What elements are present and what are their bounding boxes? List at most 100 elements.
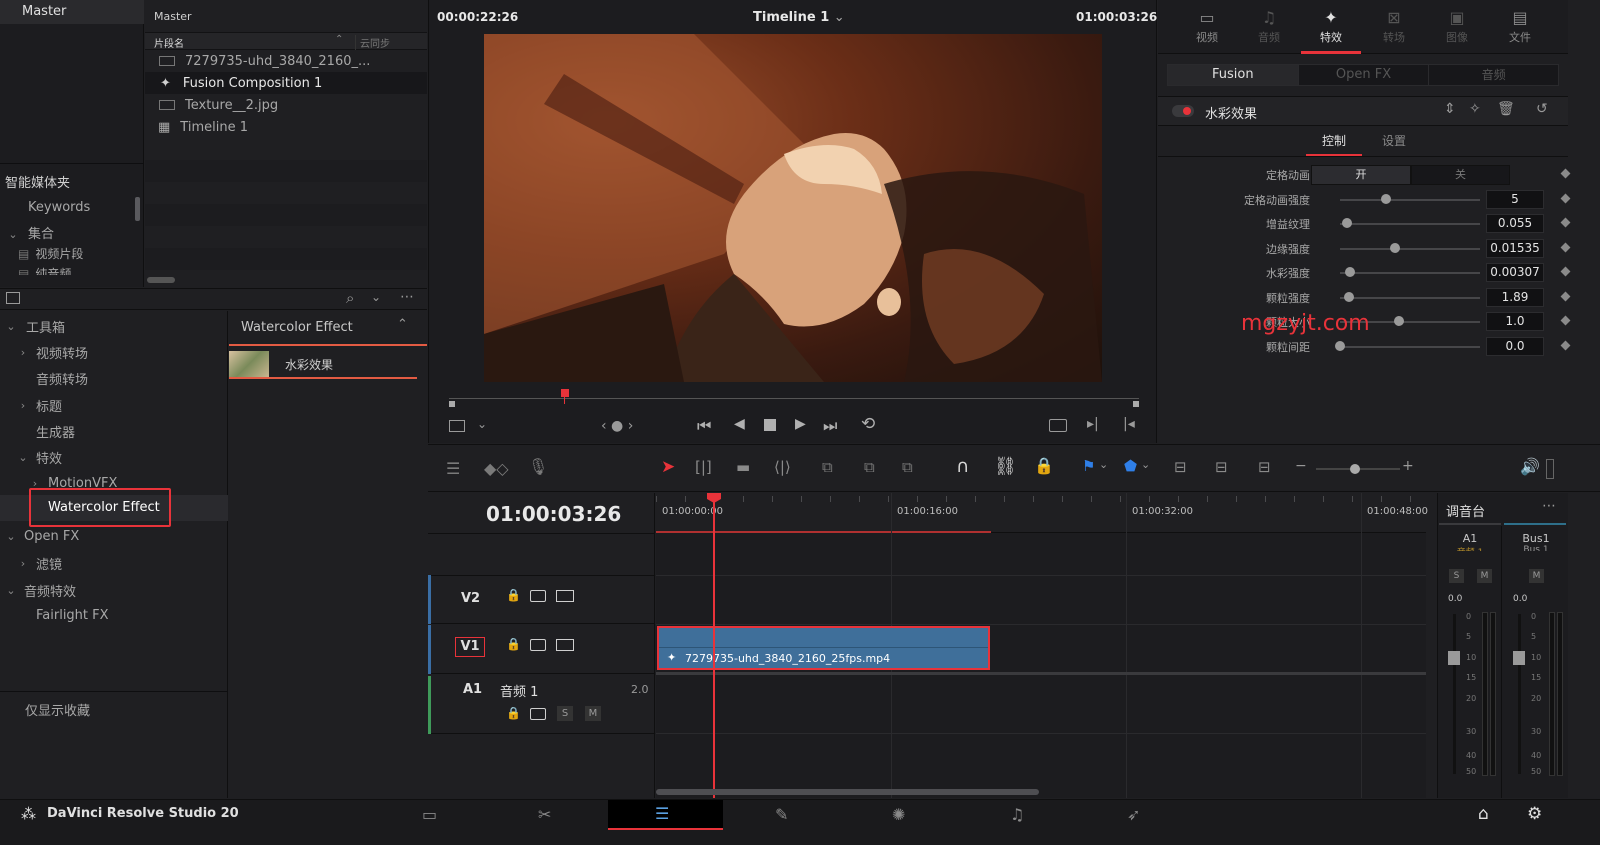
match-frame-icon[interactable] xyxy=(1049,419,1067,432)
track-enable-icon[interactable] xyxy=(556,639,574,651)
home-icon[interactable]: ⌂ xyxy=(1478,804,1489,824)
more-options-icon[interactable]: ⋯ xyxy=(1542,498,1556,514)
keyframe-icon[interactable] xyxy=(1560,168,1571,179)
play-reverse-icon[interactable]: ◀ xyxy=(734,416,745,432)
tree-filters[interactable]: › 滤镜 xyxy=(16,551,62,575)
keyframe-diamond-icon[interactable]: ◆◇ xyxy=(484,459,509,478)
snapping-magnet-icon[interactable]: ∩ xyxy=(956,456,969,477)
bin-master[interactable]: Master xyxy=(0,0,144,24)
track-name[interactable]: 音频 1 xyxy=(500,681,538,700)
scrubber-in-handle[interactable] xyxy=(449,401,455,407)
param-slider-knob[interactable] xyxy=(1341,218,1352,228)
page-fusion-icon[interactable]: ✎ xyxy=(775,805,788,824)
panel-toggle-icon[interactable] xyxy=(6,292,20,304)
scrubber-out-handle[interactable] xyxy=(1133,401,1139,407)
zoom-custom-icon[interactable]: ⊟ xyxy=(1258,458,1271,476)
timeline-timecode[interactable]: 01:00:03:26 xyxy=(486,502,621,526)
track-header-a1[interactable]: A1 音频 1 2.0 🔒 S M xyxy=(428,676,655,734)
prev-clip-icon[interactable]: |◂ xyxy=(1123,416,1135,432)
favorites-only-toggle[interactable]: 仅显示收藏 xyxy=(25,700,90,719)
tree-generators[interactable]: 生成器 xyxy=(36,419,75,443)
track-header-v1[interactable]: V1 🔒 xyxy=(428,625,655,674)
tab-effects[interactable]: ✦ 特效 xyxy=(1301,8,1361,54)
param-slider-knob[interactable] xyxy=(1335,341,1345,351)
auto-select-icon[interactable] xyxy=(530,639,546,651)
flag-icon[interactable]: ⚑ xyxy=(1082,457,1095,475)
lock-icon[interactable]: 🔒 xyxy=(506,637,521,651)
speaker-icon[interactable]: 🔊 xyxy=(1520,457,1540,476)
replace-clip-icon[interactable]: ⧉ xyxy=(902,458,913,476)
tab-file[interactable]: ▤ 文件 xyxy=(1497,8,1543,45)
track-enable-icon[interactable] xyxy=(556,590,574,602)
play-icon[interactable]: ▶ xyxy=(795,416,806,432)
page-media-icon[interactable]: ▭ xyxy=(422,805,437,824)
keyframe-icon[interactable] xyxy=(1560,266,1571,277)
param-value-field[interactable]: 0.00307 xyxy=(1486,263,1544,282)
nav-prev-next-icon[interactable]: ‹ ● › xyxy=(601,418,633,434)
next-clip-icon[interactable]: ▸| xyxy=(1087,416,1099,432)
param-value-field[interactable]: 1.89 xyxy=(1486,288,1544,307)
chevron-down-icon[interactable]: ⌄ xyxy=(1099,458,1108,471)
keyframe-icon[interactable] xyxy=(1560,193,1571,204)
skip-to-start-icon[interactable]: ⏮ xyxy=(697,416,711,436)
blade-icon[interactable]: ▬ xyxy=(736,458,750,476)
param-value-field[interactable]: 1.0 xyxy=(1486,312,1544,331)
tree-audio-transitions[interactable]: 音频转场 xyxy=(36,366,88,390)
auto-select-icon[interactable] xyxy=(530,590,546,602)
reset-icon[interactable]: ↺ xyxy=(1536,101,1548,117)
tab-controls[interactable]: 控制 xyxy=(1306,127,1362,156)
smart-bin-keywords[interactable]: Keywords xyxy=(28,200,90,215)
loop-icon[interactable]: ⟲ xyxy=(861,414,875,434)
param-slider-knob[interactable] xyxy=(1389,243,1400,253)
clip-row[interactable]: Texture__2.jpg xyxy=(145,94,427,116)
subtab-openfx[interactable]: Open FX xyxy=(1297,65,1429,85)
column-sync[interactable]: 云同步 xyxy=(355,35,390,50)
param-slider-track[interactable] xyxy=(1340,248,1480,250)
smart-bin-collections[interactable]: ⌄ 集合 xyxy=(6,223,54,242)
page-cut-icon[interactable]: ✂ xyxy=(538,805,551,824)
tree-titles[interactable]: › 标题 xyxy=(16,393,62,417)
zoom-detail-icon[interactable]: ⊟ xyxy=(1215,458,1228,476)
param-value-field[interactable]: 0.01535 xyxy=(1486,239,1544,258)
magic-wand-icon[interactable]: ✧ xyxy=(1469,101,1481,117)
stop-icon[interactable] xyxy=(764,419,776,431)
settings-gear-icon[interactable]: ⚙ xyxy=(1527,804,1542,824)
page-fairlight-icon[interactable]: ♫ xyxy=(1010,805,1024,824)
tab-settings[interactable]: 设置 xyxy=(1366,127,1422,156)
search-icon[interactable]: ⌕ xyxy=(346,289,354,307)
skip-to-end-icon[interactable]: ⏭ xyxy=(823,416,837,436)
marker-icon[interactable]: ⬟ xyxy=(1124,457,1137,475)
effect-item-watercolor[interactable]: 水彩效果 xyxy=(229,349,417,379)
lock-icon[interactable]: 🔒 xyxy=(1034,456,1054,475)
toggle-on-button[interactable]: 开 xyxy=(1311,165,1411,185)
param-slider-track[interactable] xyxy=(1340,272,1480,274)
param-slider-knob[interactable] xyxy=(1393,316,1404,326)
insert-clip-icon[interactable]: ⧉ xyxy=(822,458,833,476)
tab-audio[interactable]: ♫ 音频 xyxy=(1246,8,1292,45)
chevron-down-icon[interactable]: ⌄ xyxy=(477,417,487,431)
tree-watercolor-effect[interactable]: Watercolor Effect xyxy=(29,488,171,527)
keyframe-icon[interactable] xyxy=(1560,242,1571,253)
page-edit-tab[interactable]: ☰ xyxy=(608,800,723,830)
param-value-field[interactable]: 5 xyxy=(1486,190,1544,209)
param-value-field[interactable]: 0.0 xyxy=(1486,337,1544,356)
reorder-icon[interactable]: ⇕ xyxy=(1444,101,1456,117)
effect-enable-toggle[interactable] xyxy=(1172,105,1194,117)
keyframe-icon[interactable] xyxy=(1560,217,1571,228)
keyframe-icon[interactable] xyxy=(1560,315,1571,326)
selection-arrow-icon[interactable]: ➤ xyxy=(661,457,675,477)
bin-scrollbar[interactable] xyxy=(135,197,140,221)
effects-group-header[interactable]: Watercolor Effect ⌃ xyxy=(229,311,427,346)
timeline-area[interactable]: 01:00:00:00 01:00:16:00 01:00:32:00 01:0… xyxy=(656,493,1428,798)
chevron-up-icon[interactable]: ⌃ xyxy=(397,317,408,332)
zoom-full-icon[interactable]: ⊟ xyxy=(1174,458,1187,476)
tree-toolbox[interactable]: ⌄ 工具箱 xyxy=(4,314,65,338)
viewer-frame[interactable]: mgzyjt.com xyxy=(484,34,1102,382)
clip-row[interactable]: ▦ Timeline 1 xyxy=(145,116,427,138)
playhead[interactable] xyxy=(707,493,721,798)
chevron-down-icon[interactable]: ⌄ xyxy=(371,290,381,304)
column-clip-name[interactable]: 片段名 xyxy=(154,35,184,50)
tree-effects[interactable]: ⌄ 特效 xyxy=(16,445,62,469)
clip-row[interactable]: ✦ Fusion Composition 1 xyxy=(145,72,427,94)
crop-tool-icon[interactable] xyxy=(449,420,465,432)
